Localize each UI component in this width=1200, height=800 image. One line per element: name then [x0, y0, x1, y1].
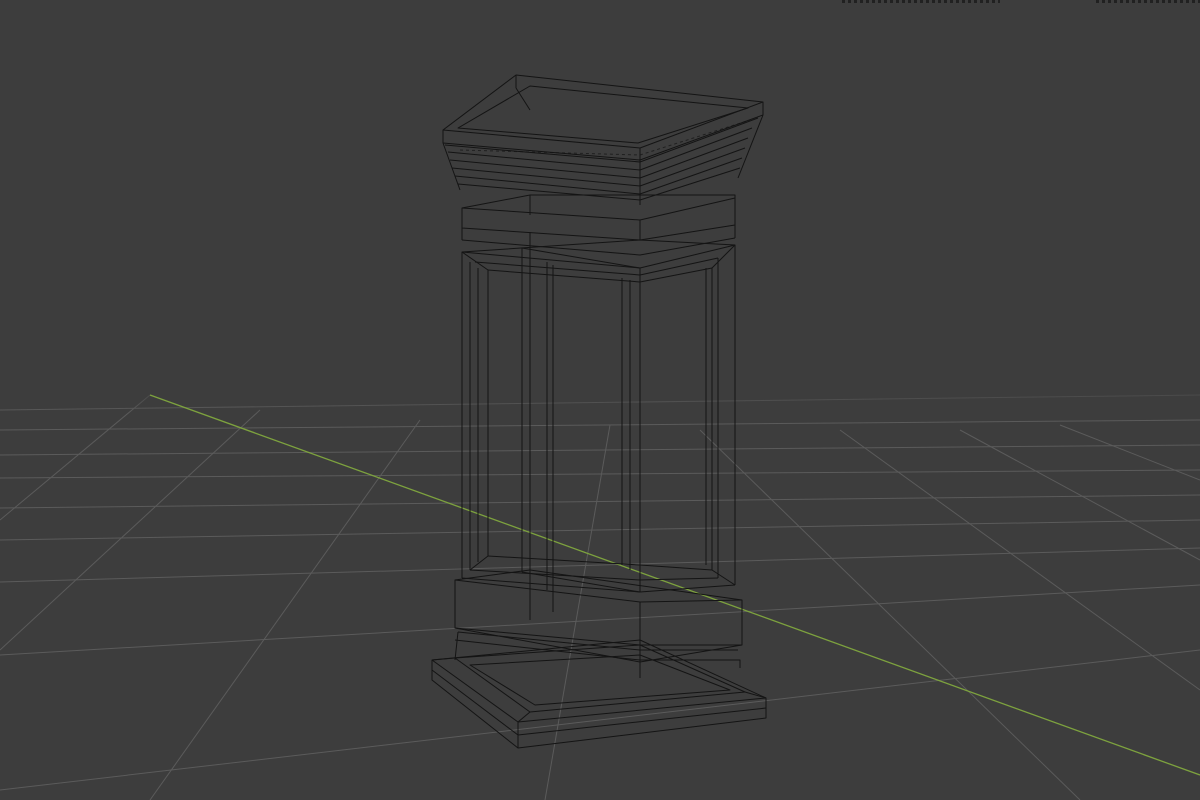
viewport-canvas[interactable] — [0, 0, 1200, 800]
viewport-header-right[interactable] — [1096, 0, 1200, 3]
3d-viewport[interactable] — [0, 0, 1200, 800]
grid-fade — [0, 380, 1200, 800]
viewport-header-left[interactable] — [842, 0, 1000, 3]
